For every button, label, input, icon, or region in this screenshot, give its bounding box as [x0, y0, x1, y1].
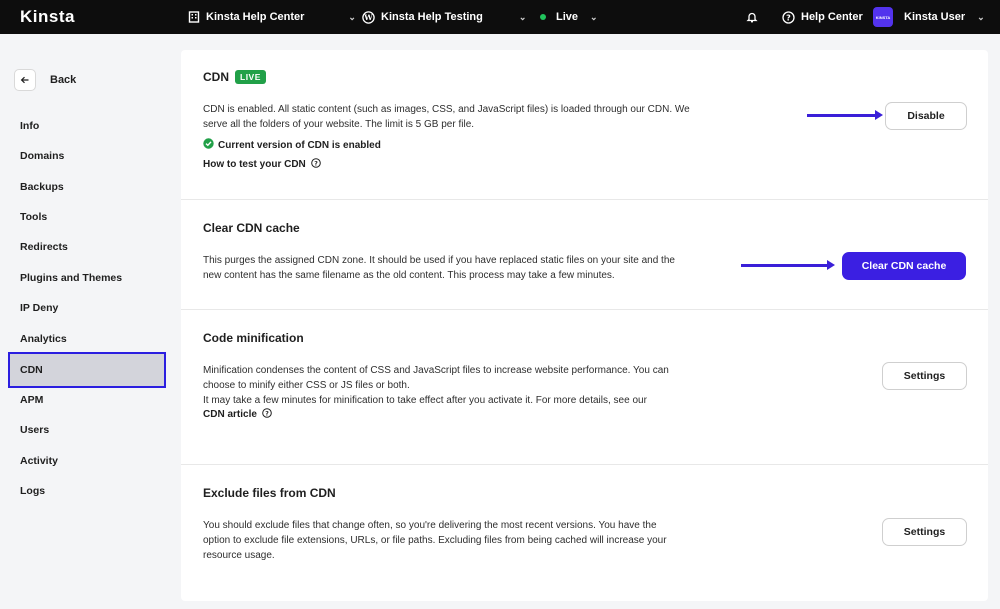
sidebar-item-label: Tools: [20, 211, 48, 223]
back-label: Back: [50, 74, 77, 86]
link-text: How to test your CDN: [203, 159, 306, 170]
cdn-settings-card: CDN LIVE CDN is enabled. All static cont…: [181, 50, 988, 601]
svg-text:?: ?: [786, 13, 791, 22]
company-selector[interactable]: Kinsta Help Center ⌄: [188, 0, 356, 34]
live-status-dot: [540, 14, 546, 20]
minification-section-title: Code minification: [203, 331, 304, 345]
svg-text:?: ?: [314, 160, 318, 167]
description-line: Minification condenses the content of CS…: [203, 365, 669, 376]
sidebar-item-cdn[interactable]: CDN: [8, 352, 166, 388]
sidebar-item-label: Analytics: [20, 333, 67, 345]
wordpress-icon: W: [362, 10, 375, 24]
chevron-down-icon: ⌄: [977, 11, 985, 22]
svg-text:W: W: [363, 13, 373, 22]
chevron-down-icon: ⌄: [518, 11, 527, 22]
sidebar-item-ip-deny[interactable]: IP Deny: [8, 293, 166, 323]
description-line: new content has the same filename as the…: [203, 270, 615, 281]
question-circle-icon: ?: [310, 158, 321, 171]
sidebar-item-label: Logs: [20, 485, 46, 497]
chevron-down-icon: ⌄: [590, 11, 598, 22]
sidebar-item-domains[interactable]: Domains: [8, 141, 166, 171]
clear-cache-description: This purges the assigned CDN zone. It sh…: [203, 253, 703, 283]
notifications-button[interactable]: [746, 0, 758, 34]
question-circle-icon: ?: [782, 10, 795, 24]
sidebar-item-label: Info: [20, 120, 40, 132]
cdn-status: Current version of CDN is enabled: [203, 138, 381, 152]
building-icon: [188, 11, 200, 23]
sidebar-item-tools[interactable]: Tools: [8, 202, 166, 232]
sidebar-item-plugins-and-themes[interactable]: Plugins and Themes: [8, 263, 166, 293]
sidebar-item-redirects[interactable]: Redirects: [8, 232, 166, 262]
description-line: It may take a few minutes for minificati…: [203, 395, 647, 406]
disable-cdn-button[interactable]: Disable: [885, 102, 967, 130]
description-line: This purges the assigned CDN zone. It sh…: [203, 255, 675, 266]
user-name: Kinsta User: [904, 11, 966, 23]
live-badge: LIVE: [235, 70, 266, 84]
sidebar-item-label: Plugins and Themes: [20, 272, 123, 284]
sidebar-item-info[interactable]: Info: [8, 111, 166, 141]
minification-settings-button[interactable]: Settings: [882, 362, 967, 390]
question-circle-icon: ?: [262, 408, 272, 421]
sidebar-item-label: IP Deny: [20, 302, 59, 314]
annotation-arrow: [741, 260, 835, 270]
clear-cache-section-title: Clear CDN cache: [203, 221, 300, 235]
chevron-down-icon: ⌄: [348, 11, 356, 22]
site-name: Kinsta Help Testing: [381, 11, 483, 23]
exclude-description: You should exclude files that change oft…: [203, 518, 713, 563]
how-to-test-cdn-link[interactable]: How to test your CDN ?: [203, 158, 321, 171]
clear-cdn-cache-section: Clear CDN cache This purges the assigned…: [181, 200, 988, 310]
cdn-article-link[interactable]: CDN article ?: [203, 408, 272, 421]
kinsta-logo[interactable]: Kinsta: [20, 7, 75, 27]
company-name: Kinsta Help Center: [206, 11, 305, 23]
avatar: KINSTA: [873, 7, 893, 27]
clear-cdn-cache-button[interactable]: Clear CDN cache: [842, 252, 966, 280]
exclude-section-title: Exclude files from CDN: [203, 486, 336, 500]
check-circle-icon: [203, 138, 214, 152]
cdn-description: CDN is enabled. All static content (such…: [203, 102, 703, 132]
cdn-section-title: CDN LIVE: [203, 70, 266, 84]
code-minification-section: Code minification Minification condenses…: [181, 310, 988, 465]
sidebar-item-label: CDN: [20, 364, 43, 376]
exclude-files-section: Exclude files from CDN You should exclud…: [181, 465, 988, 601]
description-line: You should exclude files that change oft…: [203, 520, 657, 531]
description-line: serve all the folders of your website. T…: [203, 119, 475, 130]
top-bar: Kinsta Kinsta Help Center ⌄ W Kinsta Hel…: [0, 0, 1000, 34]
sidebar-item-label: Activity: [20, 455, 58, 467]
description-line: resource usage.: [203, 550, 275, 561]
user-menu[interactable]: KINSTA Kinsta User ⌄: [873, 0, 985, 34]
sidebar-item-label: Backups: [20, 181, 64, 193]
environment-name: Live: [556, 11, 579, 23]
sidebar-item-activity[interactable]: Activity: [8, 446, 166, 476]
sidebar-item-users[interactable]: Users: [8, 415, 166, 445]
description-line: CDN is enabled. All static content (such…: [203, 104, 690, 115]
sidebar: Back Info Domains Backups Tools Redirect…: [0, 34, 170, 609]
annotation-arrow: [807, 110, 883, 120]
back-button[interactable]: Back: [14, 69, 76, 91]
sidebar-item-label: Domains: [20, 150, 65, 162]
sidebar-item-label: Users: [20, 424, 50, 436]
status-text: Current version of CDN is enabled: [218, 139, 381, 151]
arrow-left-icon: [14, 69, 36, 91]
site-selector[interactable]: W Kinsta Help Testing ⌄: [362, 0, 526, 34]
environment-selector[interactable]: Live ⌄: [540, 0, 598, 34]
exclude-settings-button[interactable]: Settings: [882, 518, 967, 546]
sidebar-item-analytics[interactable]: Analytics: [8, 324, 166, 354]
link-text: CDN article: [203, 409, 257, 420]
sidebar-item-label: APM: [20, 394, 44, 406]
description-line: choose to minify either CSS or JS files …: [203, 380, 410, 391]
sidebar-item-logs[interactable]: Logs: [8, 476, 166, 506]
sidebar-item-label: Redirects: [20, 241, 68, 253]
svg-text:?: ?: [265, 410, 269, 417]
sidebar-item-backups[interactable]: Backups: [8, 172, 166, 202]
section-title-text: CDN: [203, 70, 229, 84]
minification-description: Minification condenses the content of CS…: [203, 363, 713, 408]
cdn-section: CDN LIVE CDN is enabled. All static cont…: [181, 50, 988, 200]
description-line: option to exclude file extensions, URLs,…: [203, 535, 667, 546]
help-center-link[interactable]: ? Help Center: [782, 0, 863, 34]
help-center-label: Help Center: [801, 11, 863, 23]
bell-icon: [746, 11, 758, 23]
sidebar-item-apm[interactable]: APM: [8, 385, 166, 415]
